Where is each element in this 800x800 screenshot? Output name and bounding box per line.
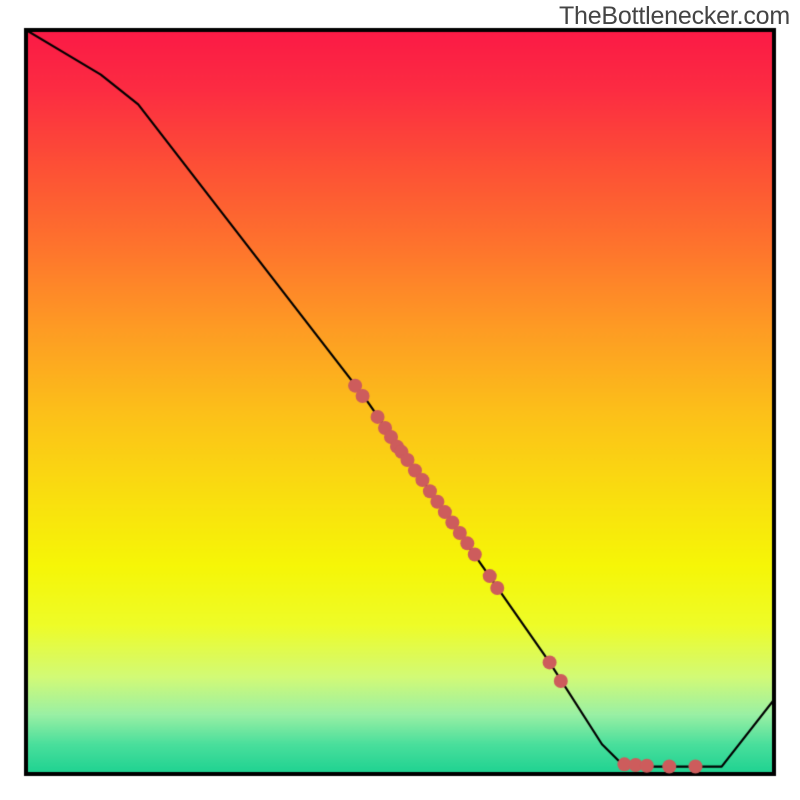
chart-container: TheBottlenecker.com: [0, 0, 800, 800]
chart-canvas: [0, 0, 800, 800]
watermark-label: TheBottlenecker.com: [559, 2, 790, 31]
